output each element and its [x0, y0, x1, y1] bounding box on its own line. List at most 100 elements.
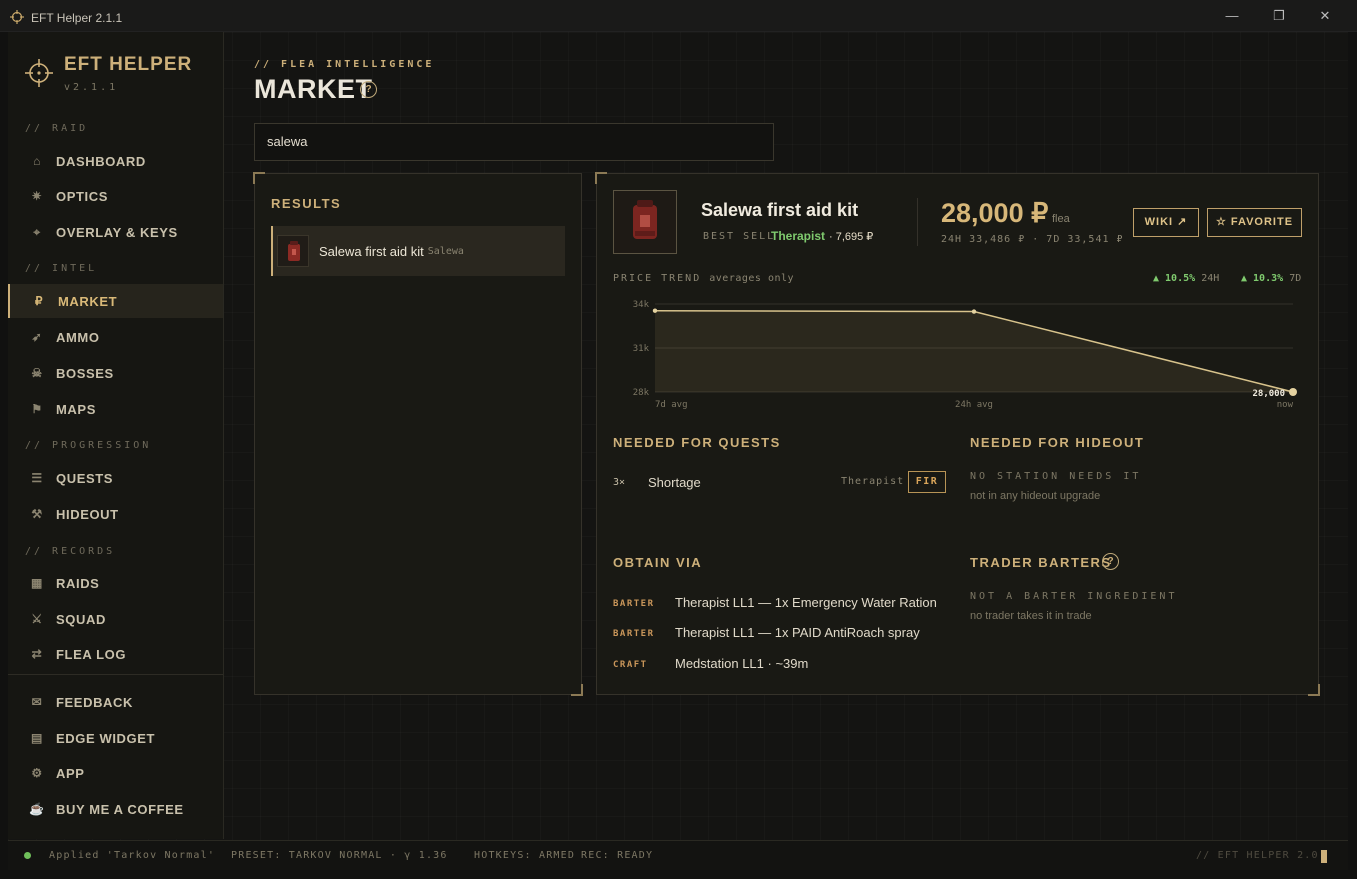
- price-trend-chart: 34k 31k 28k 7d avg 24h avg 28,000now: [633, 300, 1297, 410]
- nav-hideout[interactable]: ⚒ HIDEOUT: [8, 497, 223, 531]
- divider: [917, 198, 918, 246]
- mail-icon: ✉: [31, 695, 43, 709]
- x-tick-label: 7d avg: [655, 400, 688, 410]
- nav-bosses[interactable]: ☠ BOSSES: [8, 356, 223, 390]
- favorite-button[interactable]: ☆ FAVORITE: [1207, 208, 1302, 237]
- nav-buy-me-a-coffee[interactable]: ☕ BUY ME A COFFEE: [8, 792, 223, 826]
- change-7d-value: ▲ 10.3%: [1241, 273, 1284, 284]
- barters-help-icon[interactable]: ?: [1102, 553, 1119, 570]
- nav-dashboard[interactable]: ⌂ DASHBOARD: [8, 144, 223, 178]
- nav-label: OPTICS: [56, 188, 108, 204]
- obtain-text: Therapist LL1 — 1x Emergency Water Ratio…: [675, 595, 937, 610]
- item-image: [613, 190, 677, 254]
- home-icon: ⌂: [33, 154, 41, 168]
- results-panel: RESULTS Salewa first aid kit Salewa: [253, 172, 583, 696]
- swap-icon: ⇄: [31, 647, 43, 661]
- item-name: Salewa first aid kit: [701, 200, 859, 220]
- nav-squad[interactable]: ⚔ SQUAD: [8, 602, 223, 636]
- nav-label: FLEA LOG: [56, 646, 127, 662]
- minimize-button[interactable]: —: [1222, 7, 1242, 25]
- nav-label: RAIDS: [56, 575, 100, 591]
- nav-flea-log[interactable]: ⇄ FLEA LOG: [8, 637, 223, 671]
- search-input[interactable]: salewa: [254, 123, 774, 161]
- section-raid: // RAID: [25, 123, 89, 134]
- nav-ammo[interactable]: ➶ AMMO: [8, 320, 223, 354]
- result-item[interactable]: Salewa first aid kit Salewa: [271, 226, 565, 276]
- ruble-icon: ₽: [34, 294, 44, 308]
- status-rec: REC: READY: [581, 850, 654, 861]
- nav-label: EDGE WIDGET: [56, 730, 156, 746]
- nav-label: HIDEOUT: [56, 506, 119, 522]
- y-tick-label: 28k: [633, 388, 650, 398]
- change-24h-period: 24H: [1201, 273, 1220, 284]
- obtain-text: Therapist LL1 — 1x PAID AntiRoach spray: [675, 625, 920, 640]
- obtain-text: Medstation LL1 · ~39m: [675, 656, 809, 671]
- trend-point: [1289, 388, 1297, 396]
- barters-note: no trader takes it in trade: [970, 610, 1092, 622]
- swords-icon: ⚔: [31, 612, 43, 626]
- results-title: RESULTS: [271, 196, 342, 211]
- y-tick-label: 34k: [633, 300, 650, 310]
- nav-overlay-keys[interactable]: ⌖ OVERLAY & KEYS: [8, 215, 223, 249]
- quests-title: NEEDED FOR QUESTS: [613, 435, 781, 450]
- x-tick-label: 24h avg: [955, 400, 993, 410]
- wiki-button[interactable]: WIKI ↗: [1133, 208, 1199, 237]
- panel-corner: [253, 172, 265, 184]
- nav-market[interactable]: ₽ MARKET: [8, 284, 223, 318]
- brand-name: EFT HELPER: [64, 54, 193, 75]
- window-title: EFT Helper 2.1.1: [31, 11, 123, 25]
- result-name: Salewa first aid kit: [319, 243, 424, 259]
- medkit-icon: [288, 241, 300, 261]
- obtain-title: OBTAIN VIA: [613, 555, 703, 570]
- price-unit: flea: [1052, 213, 1070, 225]
- trend-title: PRICE TREND: [613, 273, 702, 284]
- fir-badge: FIR: [908, 471, 946, 493]
- nav-label: MAPS: [56, 401, 96, 417]
- detail-panel: Salewa first aid kit BEST SELL Therapist…: [595, 172, 1320, 696]
- restore-button[interactable]: ❐: [1269, 7, 1289, 25]
- page-kicker: // FLEA INTELLIGENCE: [254, 59, 435, 70]
- crosshair-icon: [10, 10, 24, 24]
- tools-icon: ⚒: [31, 507, 43, 521]
- best-sell-label: BEST SELL: [703, 231, 776, 242]
- quest-name[interactable]: Shortage: [648, 475, 701, 490]
- flag-icon: ⚑: [31, 402, 43, 416]
- nav-app[interactable]: ⚙ APP: [8, 756, 223, 790]
- trend-subtitle: averages only: [709, 273, 795, 284]
- nav-optics[interactable]: ✷ OPTICS: [8, 179, 223, 213]
- trend-point: [652, 308, 658, 313]
- medkit-icon: [633, 200, 657, 239]
- status-brand: // EFT HELPER 2.0: [1196, 850, 1319, 861]
- widget-icon: ▤: [31, 731, 43, 745]
- nav-maps[interactable]: ⚑ MAPS: [8, 392, 223, 426]
- nav-edge-widget[interactable]: ▤ EDGE WIDGET: [8, 721, 223, 755]
- panel-corner: [571, 684, 583, 696]
- window-titlebar: EFT Helper 2.1.1 — ❐ ✕: [0, 0, 1357, 32]
- nav-feedback[interactable]: ✉ FEEDBACK: [8, 685, 223, 719]
- nav-label: FEEDBACK: [56, 694, 134, 710]
- sidebar-divider: [8, 674, 223, 675]
- status-preset: PRESET: TARKOV NORMAL · γ 1.36: [231, 850, 448, 861]
- section-intel: // INTEL: [25, 263, 98, 274]
- panel-corner: [1308, 684, 1320, 696]
- grid-icon: ▦: [31, 576, 43, 590]
- panel-corner: [595, 172, 607, 184]
- nav-label: SQUAD: [56, 611, 106, 627]
- item-thumbnail: [277, 235, 309, 267]
- nav-raids[interactable]: ▦ RAIDS: [8, 566, 223, 600]
- nav-label: BUY ME A COFFEE: [56, 801, 184, 817]
- status-applied: Applied 'Tarkov Normal': [49, 850, 216, 861]
- sidebar: EFT HELPER v2.1.1 // RAID ⌂ DASHBOARD ✷ OP…: [8, 32, 224, 839]
- section-progression: // PROGRESSION: [25, 440, 152, 451]
- flea-price: 28,000 ₽: [941, 198, 1049, 228]
- help-icon[interactable]: ?: [360, 81, 377, 98]
- obtain-type: BARTER: [613, 629, 655, 639]
- price-averages: 24H 33,486 ₽ · 7D 33,541 ₽: [941, 234, 1124, 245]
- change-24h-value: ▲ 10.5%: [1153, 273, 1196, 284]
- section-records: // RECORDS: [25, 546, 116, 557]
- change-7d: ▲ 10.3% 7D: [1241, 273, 1301, 284]
- nav-quests[interactable]: ☰ QUESTS: [8, 461, 223, 495]
- close-button[interactable]: ✕: [1315, 7, 1335, 25]
- best-sell-price: · 7,695 ₽: [829, 231, 874, 243]
- bullet-icon: ➶: [31, 330, 43, 344]
